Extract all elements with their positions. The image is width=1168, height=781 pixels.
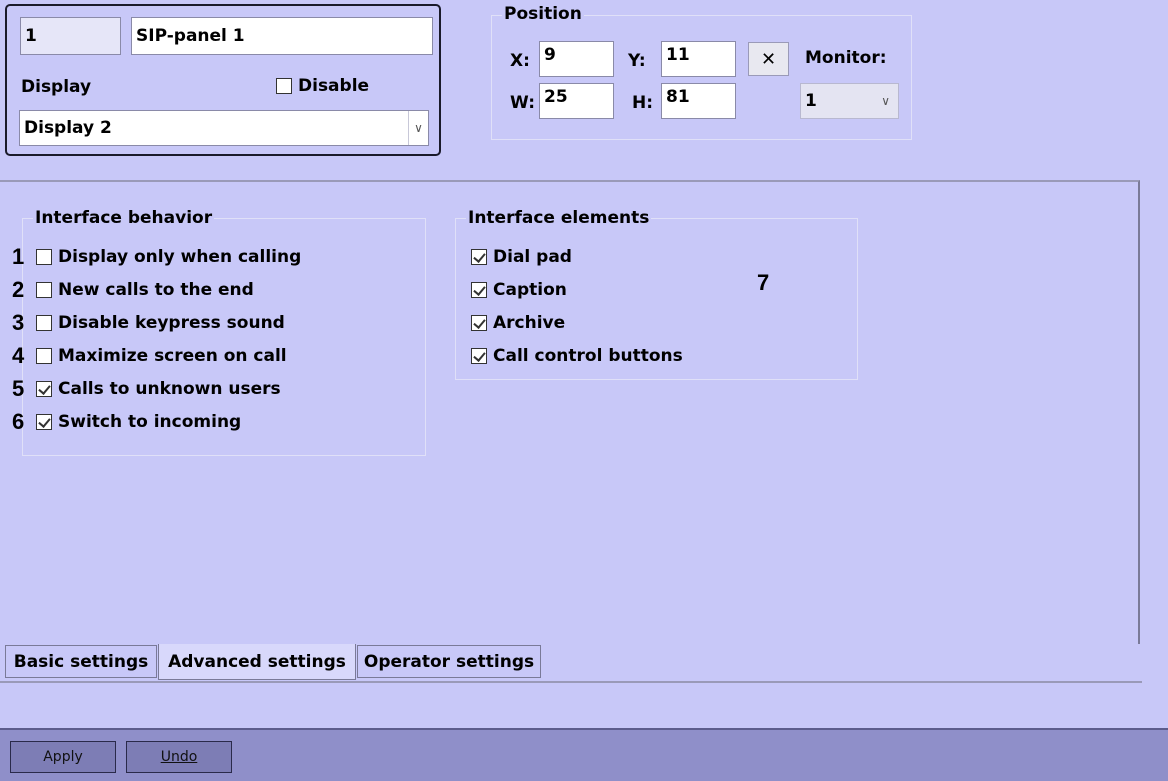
checkbox-row[interactable]: 2 New calls to the end [12,273,301,306]
checkbox-row[interactable]: 4 Maximize screen on call [12,339,301,372]
checkbox-unchecked[interactable] [36,248,52,265]
checkbox-checked[interactable] [36,413,52,430]
row-number: 5 [12,375,25,401]
checkbox-label: Call control buttons [493,345,683,366]
h-label: H: [632,93,654,113]
marker-number: 7 [757,270,770,295]
w-label: W: [510,93,536,113]
checkbox-label: Switch to incoming [58,411,242,432]
object-id-field[interactable]: 1 [20,17,121,55]
disable-label: Disable [298,76,370,96]
tab-advanced-settings[interactable]: Advanced settings [158,644,356,680]
checkbox-label: New calls to the end [58,279,254,300]
tab-operator-settings[interactable]: Operator settings [357,645,541,678]
checkbox-row[interactable]: Archive [471,306,683,339]
checkbox-unchecked[interactable] [36,314,52,331]
object-box: 1 SIP-panel 1 Display Disable Display 2 … [5,4,441,156]
checkbox-row[interactable]: Dial pad [471,240,683,273]
checkbox-checked[interactable] [471,347,487,364]
disable-checkbox-box[interactable] [276,78,292,94]
checkbox-checked[interactable] [471,314,487,331]
w-field[interactable]: 25 [539,83,614,119]
tab-strip-divider [0,681,1142,683]
checkbox-label: Caption [493,279,567,300]
object-name-field[interactable]: SIP-panel 1 [131,17,433,55]
chevron-down-icon[interactable]: ∨ [408,111,428,145]
checkbox-row[interactable]: 6 Switch to incoming [12,405,301,438]
position-group: Position X: 9 Y: 11 ✕ Monitor: W: 25 H: … [491,4,912,140]
monitor-select[interactable]: 1 ∨ [800,83,899,119]
display-select-value: Display 2 [24,118,112,138]
checkbox-label: Maximize screen on call [58,345,287,366]
y-label: Y: [628,51,646,71]
checkbox-label: Dial pad [493,246,572,267]
row-number: 4 [12,342,25,368]
monitor-select-value: 1 [805,91,817,111]
checkbox-checked[interactable] [471,281,487,298]
y-field[interactable]: 11 [661,41,736,77]
checkbox-row[interactable]: Call control buttons [471,339,683,372]
interface-behavior-list: 1 Display only when calling 2 New calls to … [12,240,301,438]
row-number: 3 [12,309,25,335]
checkbox-label: Disable keypress sound [58,312,285,333]
display-label: Display [21,77,92,97]
row-number: 6 [12,408,25,434]
checkbox-row[interactable]: Caption [471,273,683,306]
checkbox-label: Display only when calling [58,246,302,267]
interface-behavior-title: Interface behavior [33,208,215,228]
disable-checkbox[interactable]: Disable [276,76,369,96]
checkbox-row[interactable]: 3 Disable keypress sound [12,306,301,339]
tab-basic-settings[interactable]: Basic settings [5,645,157,678]
chevron-down-icon[interactable]: ∨ [881,94,890,108]
x-label: X: [510,51,530,71]
undo-button[interactable]: Undo [126,741,232,773]
tab-panel: Interface behavior 1 Display only when ca… [0,180,1140,644]
checkbox-label: Calls to unknown users [58,378,281,399]
monitor-label: Monitor: [805,48,887,68]
position-title: Position [502,4,584,24]
interface-elements-title: Interface elements [466,208,652,228]
checkbox-unchecked[interactable] [36,347,52,364]
h-field[interactable]: 81 [661,83,736,119]
x-field[interactable]: 9 [539,41,614,77]
checkbox-row[interactable]: 1 Display only when calling [12,240,301,273]
checkbox-row[interactable]: 5 Calls to unknown users [12,372,301,405]
checkbox-label: Archive [493,312,566,333]
checkbox-checked[interactable] [36,380,52,397]
checkbox-checked[interactable] [471,248,487,265]
checkbox-unchecked[interactable] [36,281,52,298]
row-number: 2 [12,276,25,302]
close-icon[interactable]: ✕ [748,42,789,76]
apply-button[interactable]: Apply [10,741,116,773]
display-select[interactable]: Display 2 ∨ [19,110,429,146]
interface-elements-list: Dial pad Caption Archive Call control butto… [471,240,683,372]
row-number: 1 [12,243,25,269]
